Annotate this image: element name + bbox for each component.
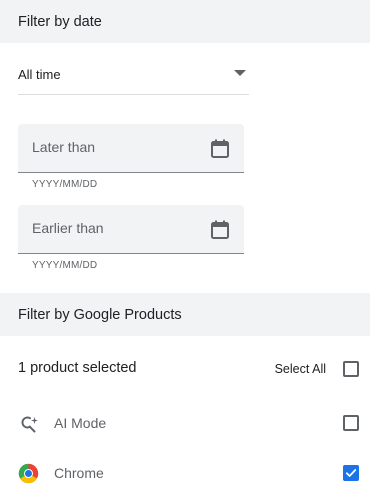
product-item-ai-mode[interactable]: AI Mode [0,408,370,438]
filter-date-body: All time Later than YYYY/MM/DD Earlier t… [0,43,370,293]
ai-mode-checkbox[interactable] [343,415,359,431]
chevron-down-icon [234,70,246,76]
filter-products-title: Filter by Google Products [18,306,182,323]
filter-products-header: Filter by Google Products [0,293,370,336]
selected-count-text: 1 product selected [18,360,137,376]
date-range-select[interactable]: All time [18,53,249,95]
select-all-label[interactable]: Select All [275,362,326,376]
product-item-chrome[interactable]: Chrome [0,458,370,488]
chrome-checkbox[interactable] [343,465,359,481]
chrome-logo-icon [18,463,39,484]
filter-products-body: 1 product selected Select All AI Mode Ch… [0,336,370,503]
calendar-icon[interactable] [211,220,229,239]
calendar-icon[interactable] [211,139,229,158]
select-all-checkbox[interactable] [343,361,359,377]
later-than-hint: YYYY/MM/DD [32,179,98,190]
ai-mode-search-sparkle-icon [21,416,38,433]
checkmark-icon [345,469,357,477]
earlier-than-field[interactable]: Earlier than [18,205,244,254]
product-label-chrome: Chrome [54,465,104,481]
product-label-ai-mode: AI Mode [54,415,107,431]
products-summary-row: 1 product selected Select All [0,354,370,384]
earlier-than-placeholder: Earlier than [32,220,104,236]
filter-date-title: Filter by date [18,13,102,30]
later-than-placeholder: Later than [32,139,96,155]
filter-date-header: Filter by date [0,0,370,43]
later-than-field[interactable]: Later than [18,124,244,173]
date-range-select-value: All time [18,67,61,82]
earlier-than-hint: YYYY/MM/DD [32,260,98,271]
